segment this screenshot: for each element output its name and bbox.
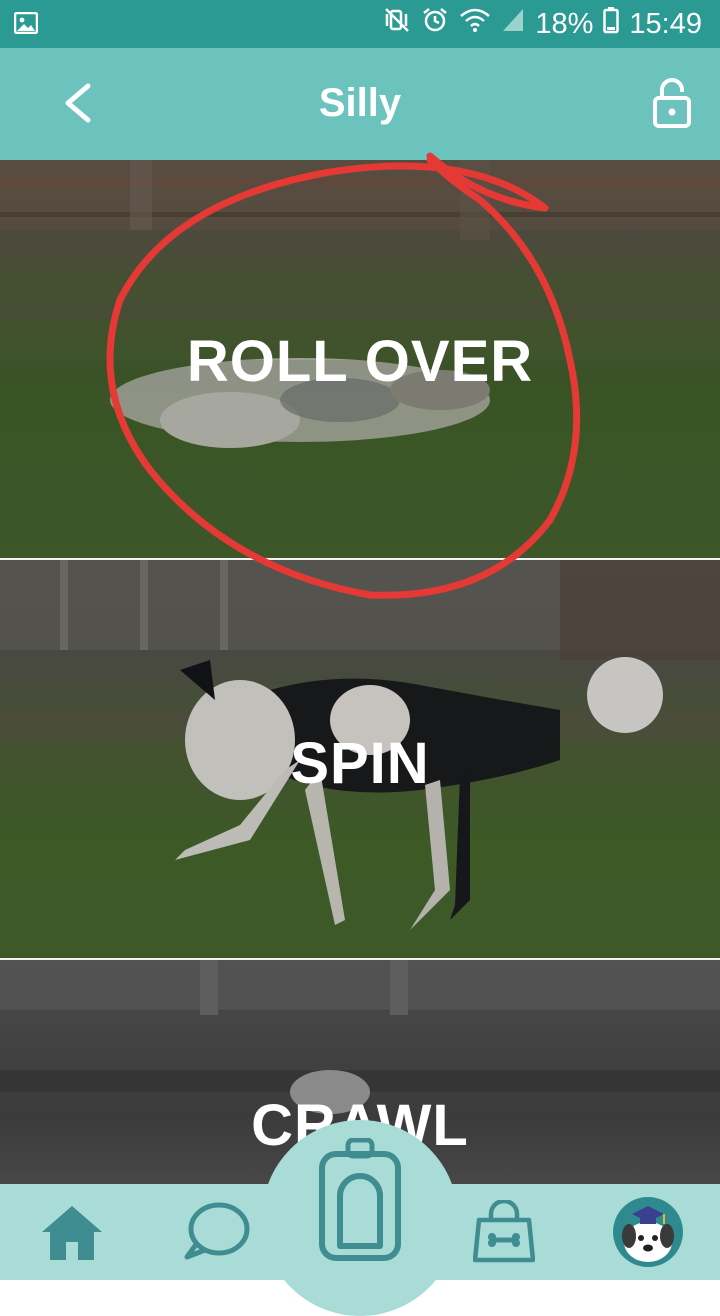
signal-icon: [501, 7, 525, 41]
battery-icon: [603, 6, 620, 42]
unlock-icon[interactable]: [652, 78, 692, 130]
trick-label: ROLL OVER: [186, 329, 534, 394]
profile-avatar-icon[interactable]: [606, 1184, 690, 1280]
trick-card-spin[interactable]: SPIN: [0, 560, 720, 958]
page-title: Silly: [318, 81, 402, 125]
battery-percent: 18%: [535, 7, 594, 40]
trick-label: SPIN: [290, 731, 430, 796]
clicker-icon[interactable]: [318, 1137, 402, 1266]
shop-bag-icon[interactable]: [464, 1184, 544, 1280]
home-icon[interactable]: [30, 1184, 114, 1280]
clock: 15:49: [629, 7, 702, 40]
mute-vibrate-icon: [383, 6, 411, 42]
wifi-icon: [459, 6, 491, 42]
trick-card-roll-over[interactable]: ROLL OVER: [0, 160, 720, 558]
alarm-icon: [421, 6, 449, 42]
chat-icon[interactable]: [176, 1184, 256, 1280]
app-bar: Silly: [0, 48, 720, 160]
gallery-icon: [13, 11, 39, 38]
status-bar: 18% 15:49: [0, 0, 720, 48]
